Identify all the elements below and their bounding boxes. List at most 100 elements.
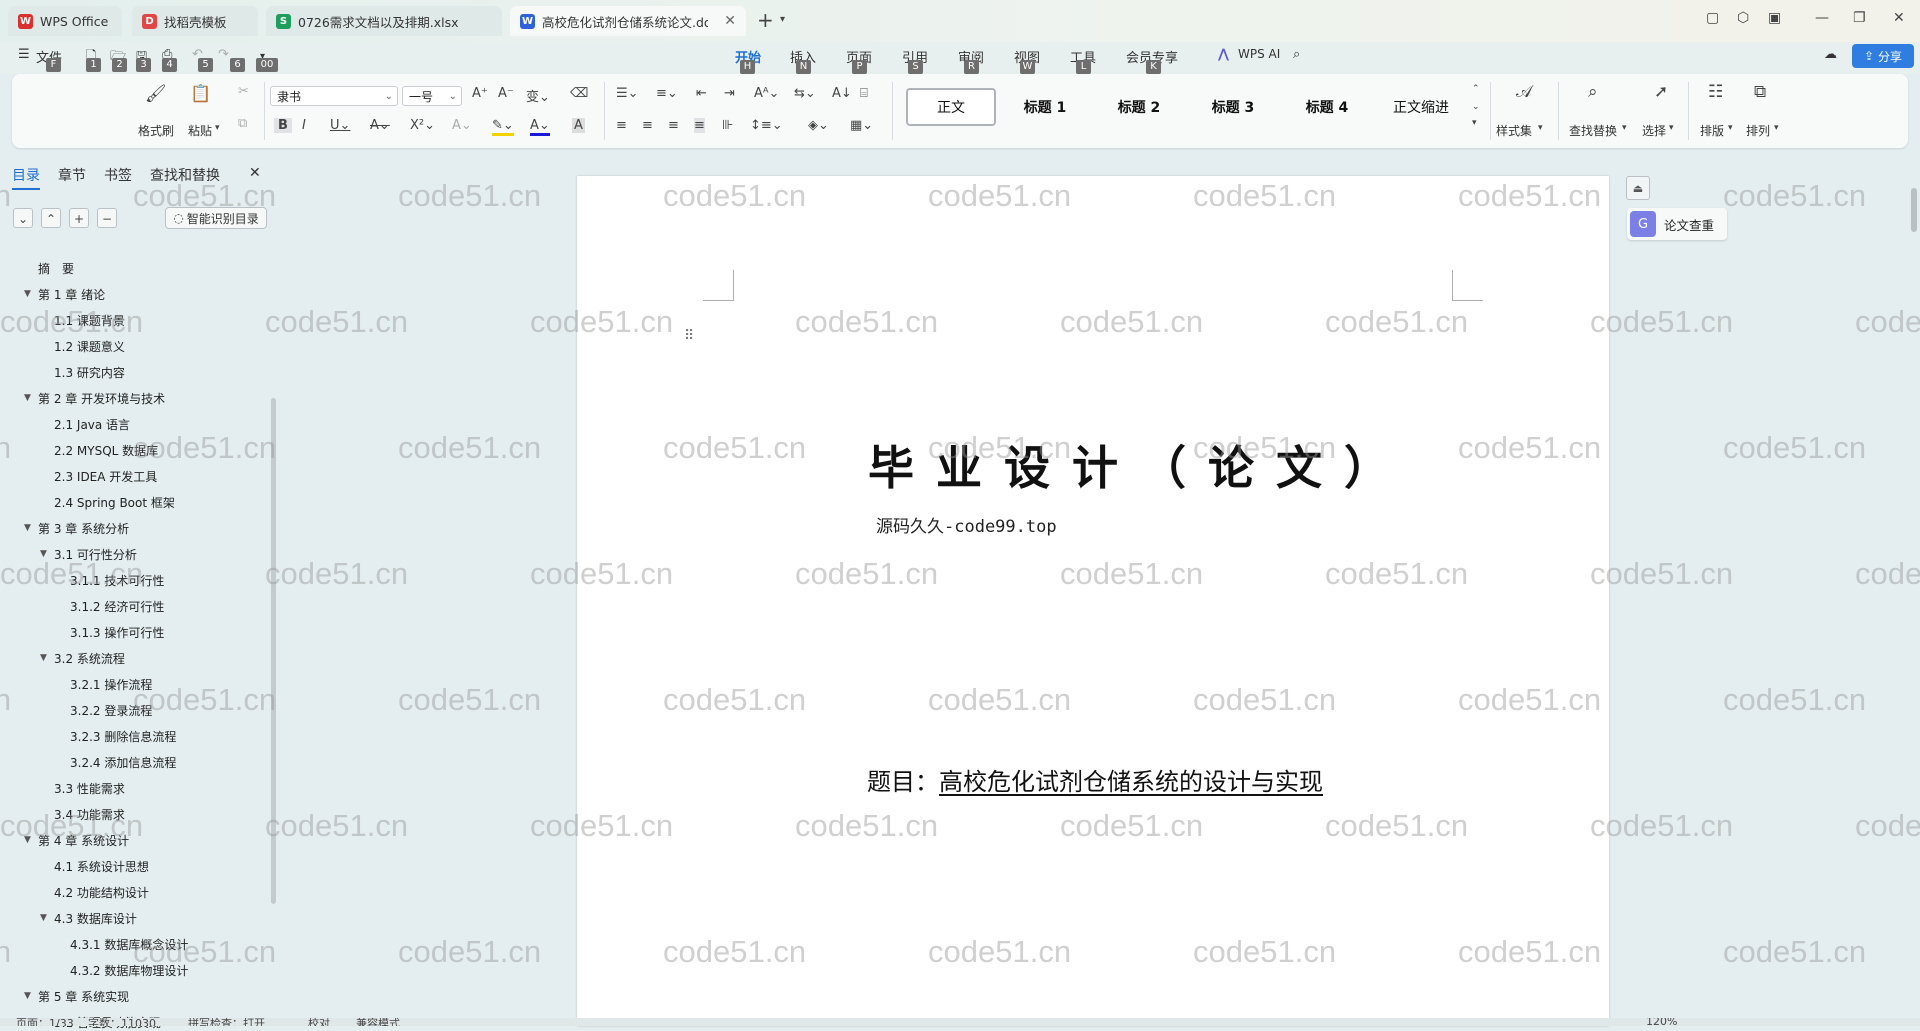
avatar[interactable]: ▣ [1768,10,1781,26]
style-set-icon[interactable]: 𝒜 [1516,82,1532,102]
minimize-icon[interactable]: — [1815,10,1829,26]
line-spacing-icon[interactable]: ↕≡⌄ [750,118,783,133]
redo-icon[interactable]: ↷ [218,47,229,62]
bold-icon[interactable]: B [274,118,292,133]
italic-icon[interactable]: I [302,118,306,133]
strikethrough-icon[interactable]: A⌄ [370,118,390,133]
toc-item[interactable]: 3.2.2 登录流程 [56,701,152,719]
style-heading-1[interactable]: 标题 1 [1000,88,1090,126]
toc-item[interactable]: 3.1.1 技术可行性 [56,571,164,589]
toc-item[interactable]: ▼ 第 5 章 系统实现 [24,987,129,1005]
toc-item[interactable]: ▼ 第 3 章 系统分析 [24,519,129,537]
hamburger-icon[interactable]: ☰ [18,47,30,62]
toc-item[interactable]: 3.1.3 操作可行性 [56,623,164,641]
restore-icon[interactable]: ❐ [1853,10,1866,26]
arrange-label[interactable]: 排列 [1746,122,1770,139]
zoom-level[interactable]: 120% [1646,1018,1677,1026]
char-shading-icon[interactable]: A [572,118,585,133]
find-replace-icon[interactable]: ⌕ [1588,82,1598,102]
shading-icon[interactable]: ◈⌄ [808,118,829,133]
collapse-arrow-icon[interactable]: ▼ [40,653,54,663]
close-pane-icon[interactable]: ✕ [249,165,261,181]
tab-list-chevron-icon[interactable]: ▾ [780,14,785,25]
select-label[interactable]: 选择 [1642,122,1666,139]
collapse-arrow-icon[interactable]: ▼ [24,289,38,299]
toc-item[interactable]: ▼ 第 2 章 开发环境与技术 [24,389,165,407]
collapse-arrow-icon[interactable]: ▼ [24,523,38,533]
bullet-list-icon[interactable]: ☰⌄ [616,86,639,101]
proofread-button[interactable]: 校对 [308,1018,330,1026]
wps-ai-button[interactable]: WPS AI [1238,47,1280,61]
style-heading-4[interactable]: 标题 4 [1282,88,1372,126]
document-scrollbar[interactable] [1908,160,1920,1018]
toc-item[interactable]: 2.3 IDEA 开发工具 [40,467,157,485]
add-heading-button[interactable]: + [69,208,89,228]
text-direction-icon[interactable]: Aᴬ⌄ [754,86,779,101]
tab-docx-active[interactable]: W 高校危化试剂仓储系统论文.docx ✕ [510,6,746,36]
page-count[interactable]: 页面：1/33 [16,1018,74,1026]
toc-item[interactable]: 3.3 性能需求 [40,779,125,797]
collapse-arrow-icon[interactable]: ▼ [24,991,38,1001]
collapse-up-button[interactable]: ⌃ [41,208,61,228]
smart-toc-button[interactable]: ◌ 智能识别目录 [165,207,267,229]
chinese-layout-icon[interactable]: ⇆⌄ [794,86,816,101]
clear-format-icon[interactable]: ⌫ [570,86,588,101]
nav-tab-chapters[interactable]: 章节 [58,165,86,185]
expand-down-button[interactable]: ⌄ [13,208,33,228]
paste-icon[interactable]: 📋 [190,84,211,104]
toc-item[interactable]: 1.1 课题背景 [40,311,125,329]
toc-item[interactable]: 1.2 课题意义 [40,337,125,355]
align-center-icon[interactable]: ≡ [642,118,653,133]
paste-label[interactable]: 粘贴 [188,122,212,139]
document-page[interactable] [577,176,1609,1026]
copy-icon[interactable]: ⧉ [238,116,247,131]
toc-item[interactable]: ▼ 第 1 章 绪论 [24,285,105,303]
toc-item[interactable]: ▼ 第 4 章 系统设计 [24,831,129,849]
toc-item[interactable]: 摘 要 [24,259,74,277]
remove-heading-button[interactable]: − [97,208,117,228]
tab-docer-templates[interactable]: D 找稻壳模板 [132,6,258,36]
nav-scrollbar[interactable] [271,398,276,904]
nav-tab-bookmarks[interactable]: 书签 [104,165,132,185]
style-set-label[interactable]: 样式集 [1496,122,1532,139]
toc-item[interactable]: 2.1 Java 语言 [40,415,130,433]
share-button[interactable]: ⇪ 分享 [1852,44,1914,68]
toc-item[interactable]: 1.3 研究内容 [40,363,125,381]
border-icon[interactable]: ▦⌄ [850,118,873,133]
toc-item[interactable]: ▼ 3.1 可行性分析 [40,545,137,563]
grow-font-icon[interactable]: A⁺ [472,86,488,101]
style-scroll-down-icon[interactable]: ⌄ [1472,102,1480,112]
tab-xlsx[interactable]: S 0726需求文档以及排期.xlsx [266,6,502,36]
close-tab-icon[interactable]: ✕ [724,13,736,29]
superscript-icon[interactable]: X²⌄ [410,118,435,133]
collapse-arrow-icon[interactable]: ▼ [40,913,54,923]
nav-tab-toc[interactable]: 目录 [12,165,40,190]
collapse-arrow-icon[interactable]: ▼ [40,549,54,559]
collapse-side-icon[interactable]: ⏏ [1626,176,1650,200]
cube-icon[interactable]: ⬡ [1737,10,1749,26]
toc-item[interactable]: 4.3.2 数据库物理设计 [56,961,188,979]
arrange-icon[interactable]: ⧉ [1754,82,1766,102]
toc-item[interactable]: 3.2.3 删除信息流程 [56,727,176,745]
underline-icon[interactable]: U⌄ [330,118,350,133]
cloud-status-icon[interactable]: ☁ [1824,47,1837,62]
align-right-icon[interactable]: ≡ [668,118,679,133]
toc-item[interactable]: ▼ 4.3 数据库设计 [40,909,137,927]
phonetic-guide-icon[interactable]: 变⌄ [526,86,550,105]
font-name-select[interactable]: 隶书 ⌄ [270,86,398,106]
format-painter-icon[interactable]: 🖌 [145,84,167,104]
numbered-list-icon[interactable]: ≡⌄ [656,86,678,101]
search-icon[interactable]: ⌕ [1293,47,1300,62]
paper-check-button[interactable]: G 论文查重 [1627,208,1727,240]
style-expand-icon[interactable]: ▾ [1472,118,1477,128]
toc-item[interactable]: 2.2 MYSQL 数据库 [40,441,158,459]
scrollbar-thumb[interactable] [1911,188,1917,232]
paste-chevron-icon[interactable]: ▾ [215,123,220,133]
toc-item[interactable]: 4.2 功能结构设计 [40,883,149,901]
toc-item[interactable]: 3.2.4 添加信息流程 [56,753,176,771]
style-normal[interactable]: 正文 [906,88,996,126]
toc-item[interactable]: 3.2.1 操作流程 [56,675,152,693]
thesis-topic[interactable]: 题目：高校危化试剂仓储系统的设计与实现 [867,762,1323,797]
close-window-icon[interactable]: ✕ [1893,10,1905,26]
thesis-title[interactable]: 毕业设计（论文） [868,432,1412,498]
